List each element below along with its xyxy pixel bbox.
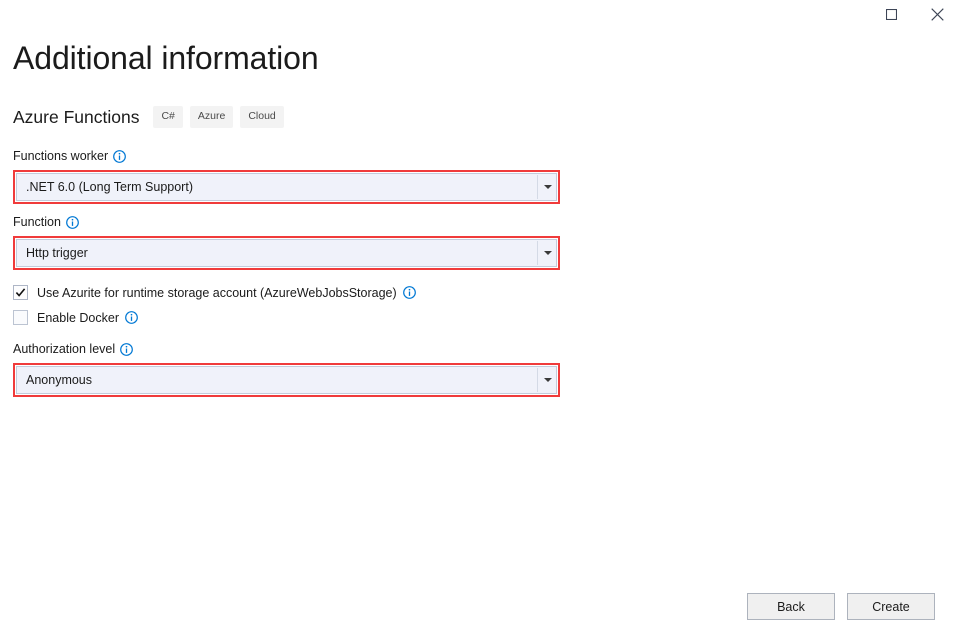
template-summary: Azure Functions C# Azure Cloud [13, 104, 291, 130]
authorization-level-highlight: Anonymous [13, 363, 560, 397]
function-value: Http trigger [17, 240, 88, 266]
info-icon[interactable] [66, 216, 79, 229]
info-icon[interactable] [125, 311, 138, 324]
window-titlebar [0, 0, 960, 28]
tag-language: C# [153, 106, 182, 128]
maximize-button[interactable] [868, 0, 914, 28]
close-button[interactable] [914, 0, 960, 28]
info-icon[interactable] [120, 343, 133, 356]
template-name: Azure Functions [13, 104, 139, 130]
functions-worker-label: Functions worker [13, 148, 108, 164]
tag-category: Cloud [240, 106, 283, 128]
info-icon[interactable] [403, 286, 416, 299]
docker-checkbox-row[interactable]: Enable Docker [13, 308, 573, 327]
authorization-level-select[interactable]: Anonymous [16, 366, 557, 394]
azurite-checkbox-row[interactable]: Use Azurite for runtime storage account … [13, 283, 573, 302]
page-title: Additional information [13, 36, 319, 80]
azurite-checkbox-label: Use Azurite for runtime storage account … [37, 285, 397, 301]
docker-checkbox-label: Enable Docker [37, 310, 119, 326]
checkmark-icon [15, 287, 26, 298]
info-icon[interactable] [113, 150, 126, 163]
docker-checkbox[interactable] [13, 310, 28, 325]
template-tags: C# Azure Cloud [153, 106, 290, 128]
functions-worker-value: .NET 6.0 (Long Term Support) [17, 174, 193, 200]
function-select[interactable]: Http trigger [16, 239, 557, 267]
chevron-down-icon [544, 378, 552, 382]
authorization-level-value: Anonymous [17, 367, 92, 393]
chevron-down-icon [544, 185, 552, 189]
function-label: Function [13, 214, 61, 230]
dialog-footer: Back Create [735, 593, 935, 620]
function-label-row: Function [13, 214, 573, 230]
authorization-level-label-row: Authorization level [13, 341, 573, 357]
combo-separator [537, 175, 538, 199]
combo-separator [537, 241, 538, 265]
create-button[interactable]: Create [847, 593, 935, 620]
functions-worker-select[interactable]: .NET 6.0 (Long Term Support) [16, 173, 557, 201]
functions-worker-highlight: .NET 6.0 (Long Term Support) [13, 170, 560, 204]
azurite-checkbox[interactable] [13, 285, 28, 300]
tag-platform: Azure [190, 106, 233, 128]
back-button[interactable]: Back [747, 593, 835, 620]
chevron-down-icon [544, 251, 552, 255]
functions-worker-label-row: Functions worker [13, 148, 573, 164]
additional-information-form: Functions worker .NET 6.0 (Long Term Sup… [13, 148, 573, 407]
combo-separator [537, 368, 538, 392]
function-highlight: Http trigger [13, 236, 560, 270]
authorization-level-label: Authorization level [13, 341, 115, 357]
maximize-icon [886, 9, 897, 20]
close-icon [931, 8, 944, 21]
